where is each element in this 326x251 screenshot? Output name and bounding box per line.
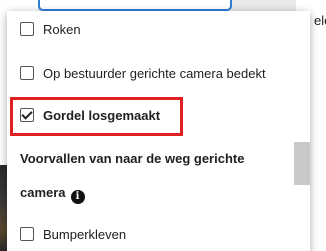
checkbox[interactable] [20, 227, 34, 241]
background-label: ele [314, 13, 326, 28]
focused-select-field[interactable] [38, 0, 232, 11]
group-heading-line2: camera i [20, 185, 85, 204]
checkbox-checked[interactable] [20, 108, 34, 122]
option-roken[interactable]: Roken [20, 18, 81, 40]
option-label: Op bestuurder gerichte camera bedekt [43, 65, 266, 81]
scrollbar-thumb[interactable] [294, 142, 310, 185]
option-seatbelt-unfastened[interactable]: Gordel losgemaakt [20, 104, 160, 126]
option-label: Bumperkleven [43, 226, 127, 242]
option-label: Gordel losgemaakt [43, 107, 161, 123]
scrollbar-track[interactable] [294, 11, 310, 251]
option-camera-covered[interactable]: Op bestuurder gerichte camera bedekt [20, 62, 266, 84]
option-bumperkleven[interactable]: Bumperkleven [20, 223, 126, 245]
checkbox[interactable] [20, 22, 34, 36]
info-icon[interactable]: i [70, 189, 85, 204]
checkbox[interactable] [20, 66, 34, 80]
dropdown-panel: Roken Op bestuurder gerichte camera bede… [7, 11, 310, 251]
group-heading-text: camera [20, 185, 66, 200]
option-label: Roken [43, 21, 81, 37]
group-heading: Voorvallen van naar de weg gerichte [20, 151, 245, 166]
screen: ele Roken Op bestuurder gerichte camera … [0, 0, 326, 251]
